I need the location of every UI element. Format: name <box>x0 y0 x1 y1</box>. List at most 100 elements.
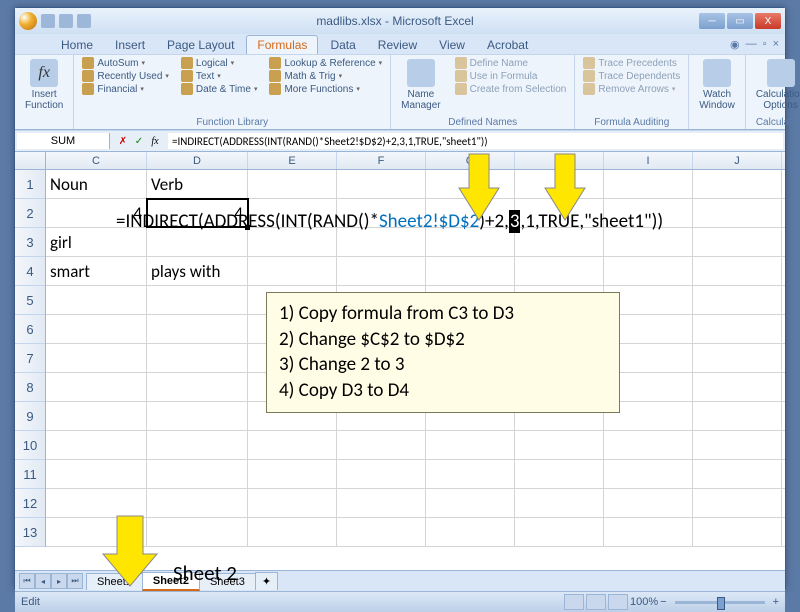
cell-E13[interactable] <box>248 518 337 546</box>
cell-J11[interactable] <box>693 460 782 488</box>
cell-C4[interactable]: smart <box>46 257 147 285</box>
cell-G12[interactable] <box>426 489 515 517</box>
tab-nav-first[interactable]: ⏮ <box>19 573 35 589</box>
logical-button[interactable]: Logical▾ <box>179 57 260 69</box>
cell-C6[interactable] <box>46 315 147 343</box>
col-header-F[interactable]: F <box>337 152 426 169</box>
watch-window-button[interactable]: WatchWindow <box>695 57 739 113</box>
cell-J13[interactable] <box>693 518 782 546</box>
autosum-button[interactable]: AutoSum▾ <box>80 57 171 69</box>
tab-acrobat[interactable]: Acrobat <box>477 36 538 54</box>
define-name-button[interactable]: Define Name <box>453 57 569 69</box>
cell-E12[interactable] <box>248 489 337 517</box>
cell-D5[interactable] <box>147 286 248 314</box>
qat-undo-icon[interactable] <box>59 14 73 28</box>
cell-C11[interactable] <box>46 460 147 488</box>
row-header-2[interactable]: 2 <box>15 199 45 228</box>
cell-J10[interactable] <box>693 431 782 459</box>
cell-J6[interactable] <box>693 315 782 343</box>
cell-H13[interactable] <box>515 518 604 546</box>
cell-F1[interactable] <box>337 170 426 198</box>
cell-C9[interactable] <box>46 402 147 430</box>
cell-C8[interactable] <box>46 373 147 401</box>
office-button[interactable] <box>19 12 37 30</box>
row-header-12[interactable]: 12 <box>15 489 45 518</box>
cell-G13[interactable] <box>426 518 515 546</box>
cell-F11[interactable] <box>337 460 426 488</box>
zoom-slider[interactable] <box>675 601 765 604</box>
tab-nav-next[interactable]: ▸ <box>51 573 67 589</box>
row-header-11[interactable]: 11 <box>15 460 45 489</box>
fx-bar-icon[interactable]: fx <box>148 134 162 148</box>
cell-J8[interactable] <box>693 373 782 401</box>
qat-redo-icon[interactable] <box>77 14 91 28</box>
trace-precedents-button[interactable]: Trace Precedents <box>581 57 682 69</box>
row-header-10[interactable]: 10 <box>15 431 45 460</box>
zoom-in-button[interactable]: + <box>773 596 779 608</box>
cell-G4[interactable] <box>426 257 515 285</box>
maximize-button[interactable]: ▭ <box>727 13 753 29</box>
cell-I12[interactable] <box>604 489 693 517</box>
cell-D7[interactable] <box>147 344 248 372</box>
col-header-D[interactable]: D <box>147 152 248 169</box>
tab-home[interactable]: Home <box>51 36 103 54</box>
text-button[interactable]: Text▾ <box>179 70 260 82</box>
cell-J1[interactable] <box>693 170 782 198</box>
restore-icon[interactable]: ▫ <box>763 38 767 51</box>
cell-J4[interactable] <box>693 257 782 285</box>
lookup-button[interactable]: Lookup & Reference▾ <box>267 57 384 69</box>
cell-H4[interactable] <box>515 257 604 285</box>
cell-D8[interactable] <box>147 373 248 401</box>
cell-F13[interactable] <box>337 518 426 546</box>
row-header-13[interactable]: 13 <box>15 518 45 547</box>
minimize-ribbon-icon[interactable]: ◉ <box>730 38 740 51</box>
col-header-E[interactable]: E <box>248 152 337 169</box>
row-header-6[interactable]: 6 <box>15 315 45 344</box>
calc-options-button[interactable]: CalculationOptions <box>752 57 800 113</box>
cell-J9[interactable] <box>693 402 782 430</box>
tab-view[interactable]: View <box>429 36 475 54</box>
cell-D9[interactable] <box>147 402 248 430</box>
col-header-J[interactable]: J <box>693 152 782 169</box>
insert-function-button[interactable]: fx InsertFunction <box>21 57 67 113</box>
cell-E1[interactable] <box>248 170 337 198</box>
col-header-I[interactable]: I <box>604 152 693 169</box>
cell-F12[interactable] <box>337 489 426 517</box>
tab-nav-prev[interactable]: ◂ <box>35 573 51 589</box>
zoom-level[interactable]: 100% <box>630 596 658 608</box>
cell-I10[interactable] <box>604 431 693 459</box>
cell-D1[interactable]: Verb <box>147 170 248 198</box>
cell-F4[interactable] <box>337 257 426 285</box>
cell-H10[interactable] <box>515 431 604 459</box>
tab-pagelayout[interactable]: Page Layout <box>157 36 244 54</box>
help-icon[interactable]: — <box>746 38 757 51</box>
cell-J5[interactable] <box>693 286 782 314</box>
cell-G11[interactable] <box>426 460 515 488</box>
row-header-8[interactable]: 8 <box>15 373 45 402</box>
cell-I13[interactable] <box>604 518 693 546</box>
normal-view-button[interactable] <box>564 594 584 610</box>
create-selection-button[interactable]: Create from Selection <box>453 83 569 95</box>
cell-G10[interactable] <box>426 431 515 459</box>
tab-review[interactable]: Review <box>368 36 427 54</box>
tab-insert[interactable]: Insert <box>105 36 155 54</box>
cell-C5[interactable] <box>46 286 147 314</box>
math-button[interactable]: Math & Trig▾ <box>267 70 384 82</box>
select-all-corner[interactable] <box>15 152 46 169</box>
pagelayout-view-button[interactable] <box>586 594 606 610</box>
qat-save-icon[interactable] <box>41 14 55 28</box>
pagebreak-view-button[interactable] <box>608 594 628 610</box>
cell-C10[interactable] <box>46 431 147 459</box>
trace-dependents-button[interactable]: Trace Dependents <box>581 70 682 82</box>
datetime-button[interactable]: Date & Time▾ <box>179 83 260 95</box>
close-button[interactable]: X <box>755 13 781 29</box>
tab-formulas[interactable]: Formulas <box>246 35 318 54</box>
row-header-4[interactable]: 4 <box>15 257 45 286</box>
cell-F10[interactable] <box>337 431 426 459</box>
cell-J2[interactable] <box>693 199 782 227</box>
formula-bar[interactable]: =INDIRECT(ADDRESS(INT(RAND()*Sheet2!$D$2… <box>168 133 783 149</box>
new-sheet-button[interactable]: ✦ <box>255 572 278 590</box>
cell-E11[interactable] <box>248 460 337 488</box>
cell-I11[interactable] <box>604 460 693 488</box>
row-header-5[interactable]: 5 <box>15 286 45 315</box>
